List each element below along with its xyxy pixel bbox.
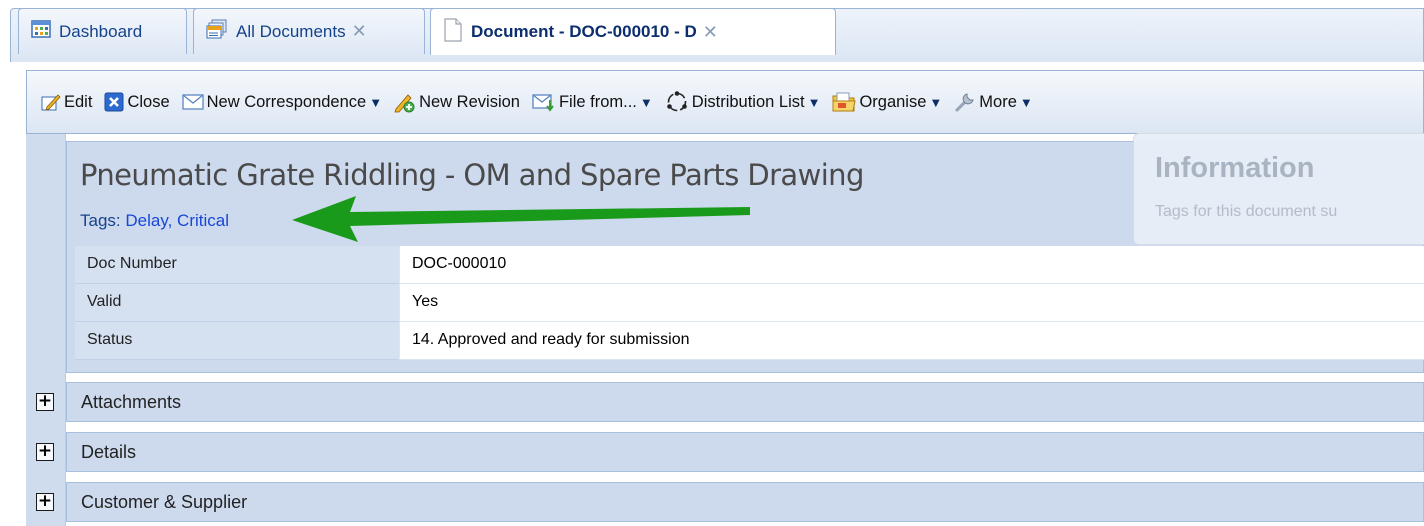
toolbar: Edit Close New Correspondence ▼ New Revi…: [26, 70, 1424, 134]
expand-icon[interactable]: +: [36, 493, 54, 511]
property-label: Status: [75, 322, 399, 360]
expand-icon[interactable]: +: [36, 393, 54, 411]
folder-icon: [832, 92, 857, 112]
tab-label: Dashboard: [59, 21, 143, 41]
dashboard-icon: [31, 20, 51, 43]
chevron-down-icon: ▼: [929, 94, 943, 110]
information-text: Tags for this document su: [1155, 203, 1338, 220]
new-correspondence-button[interactable]: New Correspondence ▼: [181, 93, 383, 112]
envelope-icon: [181, 94, 204, 110]
expand-icon[interactable]: +: [36, 443, 54, 461]
wrench-icon: [955, 93, 974, 112]
property-label: Valid: [75, 284, 399, 322]
file-mail-icon: [532, 94, 554, 112]
property-label: Doc Number: [75, 246, 399, 284]
pencil-add-icon: [394, 94, 415, 113]
close-box-icon: [104, 92, 124, 112]
tag-link-critical[interactable]: Critical: [177, 211, 229, 230]
tags-label: Tags:: [80, 211, 121, 230]
file-from-button[interactable]: File from... ▼: [532, 92, 653, 112]
section-details: + Details: [26, 430, 1424, 474]
documents-icon: [206, 19, 228, 44]
more-button[interactable]: More ▼: [954, 91, 1033, 113]
section-attachments: + Attachments: [26, 380, 1424, 424]
edit-icon: [41, 94, 61, 111]
chevron-down-icon: ▼: [807, 94, 821, 110]
annotation-arrow: [292, 196, 750, 242]
property-row-valid: Valid Yes: [75, 284, 1424, 322]
property-value: Yes: [399, 284, 1424, 322]
new-revision-button[interactable]: New Revision: [394, 91, 520, 113]
chevron-down-icon: ▼: [369, 94, 383, 110]
tab-label: Document - DOC-000010 - D: [471, 22, 697, 41]
tab-dashboard[interactable]: Dashboard: [18, 8, 187, 54]
section-header[interactable]: Details: [66, 432, 1424, 472]
property-row-status: Status 14. Approved and ready for submis…: [75, 322, 1424, 360]
edit-button[interactable]: Edit: [41, 92, 92, 112]
tab-document-doc-000010[interactable]: Document - DOC-000010 - D ✕: [430, 8, 836, 55]
section-header[interactable]: Customer & Supplier: [66, 482, 1424, 522]
section-header[interactable]: Attachments: [66, 382, 1424, 422]
tab-label: All Documents: [236, 21, 346, 41]
information-tooltip: [1133, 133, 1424, 245]
information-title: Information: [1155, 152, 1315, 184]
chevron-down-icon: ▼: [639, 94, 653, 110]
section-customer-supplier: + Customer & Supplier: [26, 480, 1424, 524]
chevron-down-icon: ▼: [1019, 94, 1033, 110]
close-icon[interactable]: ✕: [703, 22, 718, 43]
tab-all-documents[interactable]: All Documents ✕: [193, 8, 425, 54]
document-icon: [443, 17, 463, 47]
close-icon[interactable]: ✕: [352, 21, 367, 42]
property-value: 14. Approved and ready for submission: [399, 322, 1424, 360]
tag-link-delay[interactable]: Delay: [125, 211, 167, 230]
organise-button[interactable]: Organise ▼: [832, 91, 942, 113]
distribution-cycle-icon: [666, 91, 687, 112]
tags-row: Tags: Delay, Critical: [80, 211, 229, 231]
close-button[interactable]: Close: [104, 92, 170, 112]
property-value: DOC-000010: [399, 246, 1424, 284]
distribution-list-button[interactable]: Distribution List ▼: [665, 90, 821, 114]
document-title: Pneumatic Grate Riddling - OM and Spare …: [80, 158, 864, 192]
property-row-doc-number: Doc Number DOC-000010: [75, 246, 1424, 284]
tag-separator: ,: [167, 211, 173, 230]
